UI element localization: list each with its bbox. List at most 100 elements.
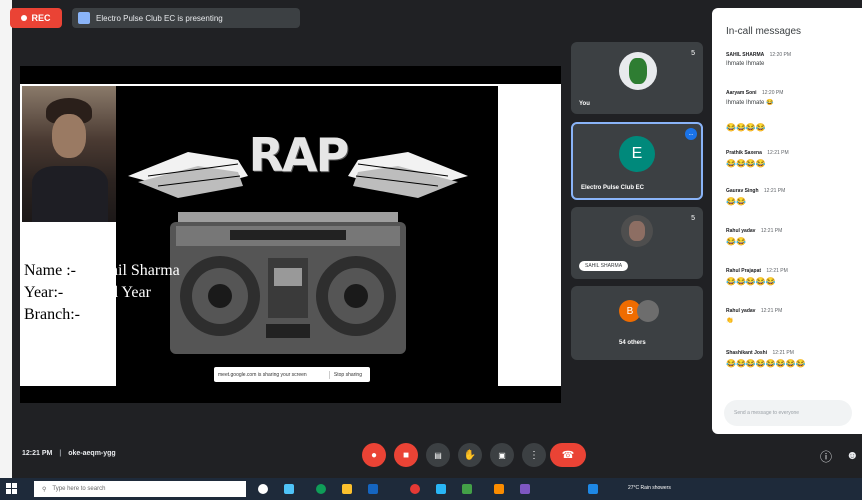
chat-message: 😂😂😂😂 — [726, 120, 766, 132]
app-icon[interactable] — [588, 484, 598, 494]
tile-name: You — [579, 101, 590, 107]
message-emoji: 😂😂😂😂😂😂😂😂 — [726, 359, 806, 368]
message-sender: SAHIL SHARMA — [726, 52, 765, 58]
avatar-letter: E — [631, 145, 643, 162]
message-sender: Rahul Prajapat — [726, 268, 762, 274]
raise-hand-button[interactable]: ✋ — [458, 443, 482, 467]
message-time: 12:21 PM — [772, 350, 794, 356]
mic-off-icon: ● — [370, 449, 378, 461]
tile-name: 54 others — [619, 340, 646, 346]
recording-badge: REC — [10, 8, 62, 28]
present-screen-icon — [78, 12, 90, 24]
message-text: Ihmate Ihmate 😂 — [726, 100, 774, 106]
edge-icon[interactable] — [316, 484, 326, 494]
present-icon: ▣ — [498, 450, 506, 460]
people-icon[interactable]: ☻ — [846, 448, 859, 462]
message-sender: Gaurav Singh — [726, 188, 759, 194]
windows-taskbar: ⚲ Type here to search — [0, 478, 862, 500]
presenting-text: Electro Pulse Club EC is presenting — [96, 13, 223, 23]
message-emoji: 😂😂 — [726, 197, 746, 206]
message-time: 12:21 PM — [760, 228, 783, 234]
message-sender: Rahul yadav — [726, 228, 756, 234]
chat-message: Rahul yadav 12:21 PM 👏 — [726, 308, 782, 324]
app-icon[interactable] — [520, 484, 530, 494]
info-row: Name :- Sahil Sharma — [24, 260, 180, 282]
participant-tile-you[interactable]: 5 You — [571, 42, 703, 114]
participant-tile-others[interactable]: B 54 others — [571, 286, 703, 360]
message-time: 12:21 PM — [760, 308, 783, 314]
store-icon[interactable] — [368, 484, 378, 494]
avatar — [621, 215, 653, 247]
message-sender: Rahul yadav — [726, 308, 756, 314]
desktop-margin — [0, 0, 12, 478]
windows-start-icon[interactable] — [6, 483, 18, 495]
participant-tile-sahil[interactable]: 5 SAHIL SHARMA — [571, 207, 703, 279]
tile-name: SAHIL SHARMA — [579, 261, 629, 271]
message-sender: Aaryam Soni — [726, 90, 757, 96]
tile-name: Electro Pulse Club EC — [581, 185, 645, 191]
captions-icon: ▤ — [434, 450, 442, 460]
message-sender: Shashikant Joshi — [726, 350, 768, 356]
file-explorer-icon[interactable] — [342, 484, 352, 494]
hang-up-icon: ☎ — [561, 449, 575, 461]
info-label: Branch:- — [24, 306, 80, 323]
record-dot-icon — [21, 15, 28, 21]
message-time: 12:21 PM — [767, 150, 789, 156]
app-icon[interactable] — [462, 484, 472, 494]
info-row: Branch:- EC — [24, 304, 180, 326]
message-text: Ihmate Ihmate — [726, 61, 765, 67]
participant-tile-club[interactable]: E ... Electro Pulse Club EC — [571, 122, 703, 200]
stop-sharing-button[interactable]: Stop sharing — [328, 370, 366, 379]
sharing-notice-bar: meet.google.com is sharing your screen S… — [214, 367, 370, 382]
app-icon[interactable] — [494, 484, 504, 494]
task-view-icon[interactable] — [258, 484, 268, 494]
chat-message: SAHIL SHARMA 12:20 PM Ihmate Ihmate — [726, 52, 791, 67]
message-emoji: 😂😂😂😂 — [726, 123, 766, 132]
avatar: E — [619, 136, 655, 172]
presenter-info: Name :- Sahil Sharma Year:- 2nd Year Bra… — [24, 260, 180, 326]
chat-message: Shashikant Joshi 12:21 PM 😂😂😂😂😂😂😂😂 — [726, 350, 806, 368]
speaking-indicator: ... — [685, 128, 697, 140]
avatar — [637, 300, 659, 322]
info-icon[interactable]: ⓘ — [820, 448, 832, 465]
info-label: Name :- — [24, 262, 76, 279]
chat-panel: In-call messages SAHIL SHARMA 12:20 PM I… — [712, 8, 862, 434]
chat-message-input[interactable]: Send a message to everyone — [724, 400, 852, 426]
tile-badge: 5 — [691, 215, 695, 222]
app-icon[interactable] — [436, 484, 446, 494]
chat-title: In-call messages — [726, 26, 802, 37]
message-text: 👏 — [726, 318, 734, 324]
camera-off-icon: ■ — [402, 449, 410, 461]
message-time: 12:20 PM — [761, 90, 784, 96]
more-options-button[interactable]: ⋮ — [522, 443, 546, 467]
mic-off-button[interactable]: ● — [362, 443, 386, 467]
widgets-icon[interactable] — [284, 484, 294, 494]
taskbar-search[interactable]: ⚲ Type here to search — [34, 481, 246, 497]
chat-message: Rahul Prajapat 12:21 PM 😂😂😂😂😂 — [726, 268, 788, 286]
info-row: Year:- 2nd Year — [24, 282, 180, 304]
present-button[interactable]: ▣ — [490, 443, 514, 467]
avatar — [619, 52, 657, 90]
weather-tray[interactable]: 27°C Rain showers — [628, 485, 671, 491]
presenter-photo — [22, 86, 116, 222]
message-time: 12:21 PM — [766, 268, 788, 274]
info-value: EC — [94, 306, 115, 323]
message-time: 12:20 PM — [769, 52, 792, 58]
sharing-notice-text: meet.google.com is sharing your screen — [218, 371, 307, 378]
chrome-icon[interactable] — [410, 484, 420, 494]
message-emoji: 😂😂 — [726, 237, 746, 246]
chat-message: Aaryam Soni 12:20 PM Ihmate Ihmate 😂 — [726, 90, 783, 106]
camera-off-button[interactable]: ■ — [394, 443, 418, 467]
presenting-banner[interactable]: Electro Pulse Club EC is presenting — [72, 8, 300, 28]
tile-badge: 5 — [691, 50, 695, 57]
message-sender: Prathik Saxena — [726, 150, 762, 156]
message-emoji: 😂😂😂😂😂 — [726, 277, 776, 286]
captions-button[interactable]: ▤ — [426, 443, 450, 467]
search-icon: ⚲ — [42, 486, 47, 493]
leave-call-button[interactable]: ☎ — [550, 443, 586, 467]
avatar-letter: B — [626, 305, 634, 317]
hand-icon: ✋ — [463, 449, 477, 461]
meeting-code: oke-aeqm-ygg — [68, 450, 116, 457]
message-emoji: 😂😂😂😂 — [726, 159, 766, 168]
info-value: 2nd Year — [94, 284, 151, 301]
